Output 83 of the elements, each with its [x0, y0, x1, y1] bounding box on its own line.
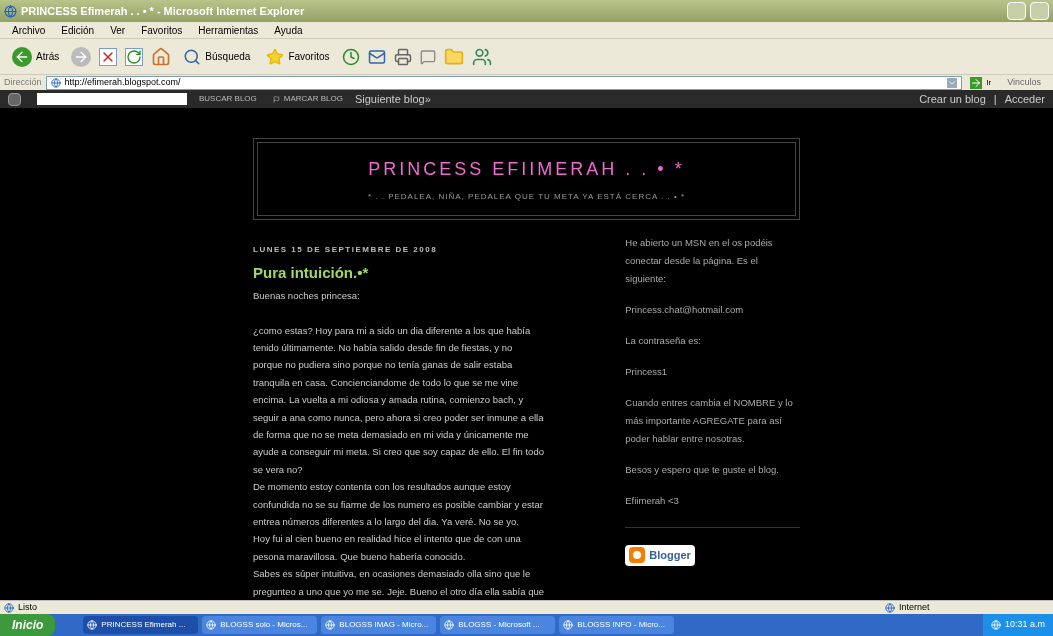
post-text-line: tenido últimamente. No había salido desde fin de fiestas, y no	[253, 340, 514, 355]
blog-title: PRINCESS EFIIMERAH . . • *	[368, 157, 685, 181]
post-text-line: tranquila en casa. Concienciandome de todo lo que se me vine	[253, 375, 520, 390]
flag-blog-button[interactable]: MARCAR BLOG	[268, 93, 347, 105]
taskbar-button[interactable]: BLOGSS IMAG - Micro...	[321, 616, 437, 634]
search-blog-button[interactable]: BUSCAR BLOG	[195, 93, 261, 105]
page-icon	[4, 602, 14, 613]
ie-icon	[563, 620, 574, 630]
post-text-line: se vera no?	[253, 462, 304, 477]
separator: |	[993, 91, 997, 107]
clock: 10:31 a.m	[1004, 618, 1045, 632]
minimize-button[interactable]	[1007, 2, 1026, 20]
stop-icon[interactable]	[99, 47, 118, 66]
go-button[interactable]: Ir	[966, 76, 996, 89]
sidebar-text: He abierto un MSN en el os podéis conectar desde la página. Es el siguiente:	[625, 236, 774, 287]
post-text-line: Hoy fui al cien bueno en realidad hice el intento que de con una	[253, 532, 522, 547]
menu-item[interactable]: Herramientas	[198, 22, 259, 38]
star-icon	[266, 47, 285, 66]
sidebar-text: Princess1	[625, 365, 668, 380]
print-icon[interactable]	[393, 47, 412, 66]
messenger-icon[interactable]	[471, 46, 492, 67]
create-blog-link[interactable]: Crear un blog	[919, 90, 986, 108]
menu-item[interactable]: Archivo	[12, 22, 46, 38]
post-text-line: confundida no se su fiarme de los numero es posible cambiar y estar	[253, 497, 544, 512]
blogger-logo-icon	[629, 547, 646, 564]
zone-text: Internet	[899, 600, 931, 614]
ie-icon	[206, 620, 217, 630]
dropdown-icon	[947, 77, 958, 88]
back-button[interactable]: Atrás	[8, 46, 64, 67]
post-text-line: seguir a ana como nunca, pero ahora si creo poder ser inmune a ella	[253, 410, 545, 425]
mail-icon[interactable]	[367, 47, 386, 66]
post-text-line: De momento estoy contenta con los resultados aunque estoy	[253, 480, 512, 495]
post-text-line: pregunteo a uno que yo me se. Jeje. Bueno el otro día ella sabía que	[253, 584, 545, 599]
flag-icon	[272, 95, 280, 103]
sidebar-text: Princess.chat@hotmail.com	[625, 303, 745, 318]
refresh-icon[interactable]	[125, 47, 144, 66]
links-label[interactable]: Vinculos	[999, 75, 1049, 90]
post-text-line: Sabes es súper intuitiva, en ocasiones demasiado olla sino que le	[253, 567, 532, 582]
history-icon[interactable]	[341, 47, 360, 66]
page-icon	[50, 77, 61, 88]
sidebar-text: La contraseña es:	[625, 334, 702, 349]
menu-item[interactable]: Edición	[61, 22, 95, 38]
post-text-line: ayude a conseguir mi meta. Si creo que soy capaz de ello. El fin todo	[253, 445, 545, 460]
restore-button[interactable]	[1030, 2, 1049, 20]
post-text-line: pesona maravillosa. Que bueno habería conocido.	[253, 549, 467, 564]
status-text: Listo	[18, 600, 38, 614]
internet-zone-icon	[885, 602, 895, 613]
post-text-line: entrea números diferentes a lo largo del dia. Ya veré. No se yo.	[253, 514, 520, 529]
window-title: PRINCESS Efimerah . . • * - Microsoft Internet Explorer	[21, 3, 306, 19]
post-text-line: de forma que no se meta demasiado en mi vida y únicamente me	[253, 427, 530, 442]
blogger-badge[interactable]: Blogger	[625, 545, 695, 566]
next-blog-link[interactable]: Siguiente blog»	[354, 90, 431, 108]
taskbar-button[interactable]: BLOGSS solo - Micros...	[202, 616, 318, 634]
post-date: LUNES 15 DE SEPTIEMBRE DE 2008	[253, 244, 439, 257]
sidebar-text: Besos y espero que te guste el blog.	[625, 463, 780, 478]
taskbar-button[interactable]: PRINCESS Efimerah ...	[83, 616, 199, 634]
home-icon[interactable]	[151, 46, 172, 67]
sidebar-text: Efiimerah <3	[625, 494, 680, 509]
login-link[interactable]: Acceder	[1004, 90, 1045, 108]
menu-item[interactable]: Ayuda	[274, 22, 303, 38]
address-label: Dirección	[4, 75, 42, 89]
ie-icon	[444, 620, 455, 630]
ie-icon	[87, 620, 98, 630]
tray-icon	[990, 620, 1001, 630]
post-text-line: encima. La vuelta a mi odiosa y amada rutina, comienzo bach, y	[253, 393, 525, 408]
search-button[interactable]: Búsqueda	[179, 47, 255, 66]
post-greeting: Buenas noches princesa:	[253, 288, 361, 303]
start-button[interactable]: Inicio	[0, 614, 56, 636]
post-text-line: porque no pudiera sino porque no tenía ganas de salir estaba	[253, 358, 514, 373]
search-icon	[183, 47, 202, 66]
taskbar-button[interactable]: BLOGSS - Microsoft ...	[440, 616, 556, 634]
address-field[interactable]: http://efimerah.blogspot.com/	[45, 75, 963, 90]
ie-icon	[4, 4, 17, 18]
post-title[interactable]: Pura intuición.•*	[253, 262, 608, 285]
post-text-line: ¿como estas? Hoy para mi a sido un dia diferente a los que había	[253, 323, 532, 338]
taskbar-button[interactable]: BLOGSS INFO - Micro...	[559, 616, 675, 634]
menu-item[interactable]: Ver	[110, 22, 126, 38]
blog-search-field[interactable]	[37, 93, 187, 105]
blog-description: * . . PEDALEA, NIÑA, PEDALEA QUE TU META YA ESTÁ CERCA . . • *	[367, 190, 686, 203]
favorites-button[interactable]: Favoritos	[262, 47, 334, 66]
menu-item[interactable]: Favoritos	[141, 22, 183, 38]
sidebar-text: Cuando entres cambia el NOMBRE y lo más importante AGREGATE para así poder hablar entre nosotras.	[625, 396, 794, 447]
ie-icon	[325, 620, 336, 630]
